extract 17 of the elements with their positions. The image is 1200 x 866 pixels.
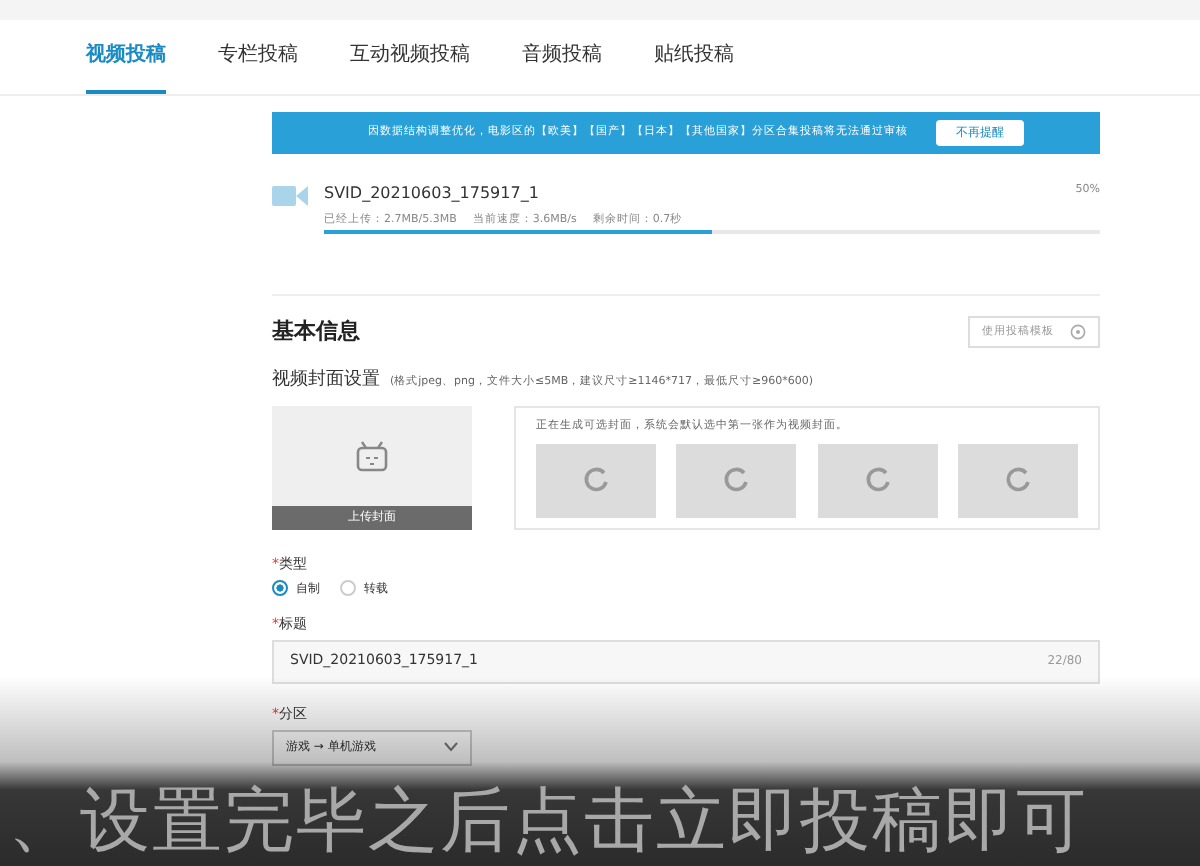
loading-spinner-icon xyxy=(1003,466,1032,495)
tab[interactable]: 互动视频投稿 xyxy=(350,40,470,94)
section-title: 基本信息 xyxy=(272,318,360,345)
tv-icon xyxy=(354,439,390,471)
chevron-down-icon xyxy=(444,742,458,752)
loading-spinner-icon xyxy=(582,466,610,495)
field-label: 视频封面设置 xyxy=(272,368,380,394)
tab[interactable]: 视频投稿 xyxy=(86,40,166,94)
loading-spinner-icon xyxy=(722,466,751,495)
loading-spinner-icon xyxy=(863,466,892,495)
video-file-icon xyxy=(272,182,308,210)
tab[interactable]: 贴纸投稿 xyxy=(654,40,734,94)
tab[interactable]: 音频投稿 xyxy=(522,40,602,94)
video-subtitle: 、设置完毕之后点击立即投稿即可 xyxy=(8,779,1088,865)
tab[interactable]: 专栏投稿 xyxy=(218,40,298,94)
file-name: SVID_20210603_175917_1 xyxy=(324,182,539,206)
settings-icon xyxy=(1070,323,1086,340)
